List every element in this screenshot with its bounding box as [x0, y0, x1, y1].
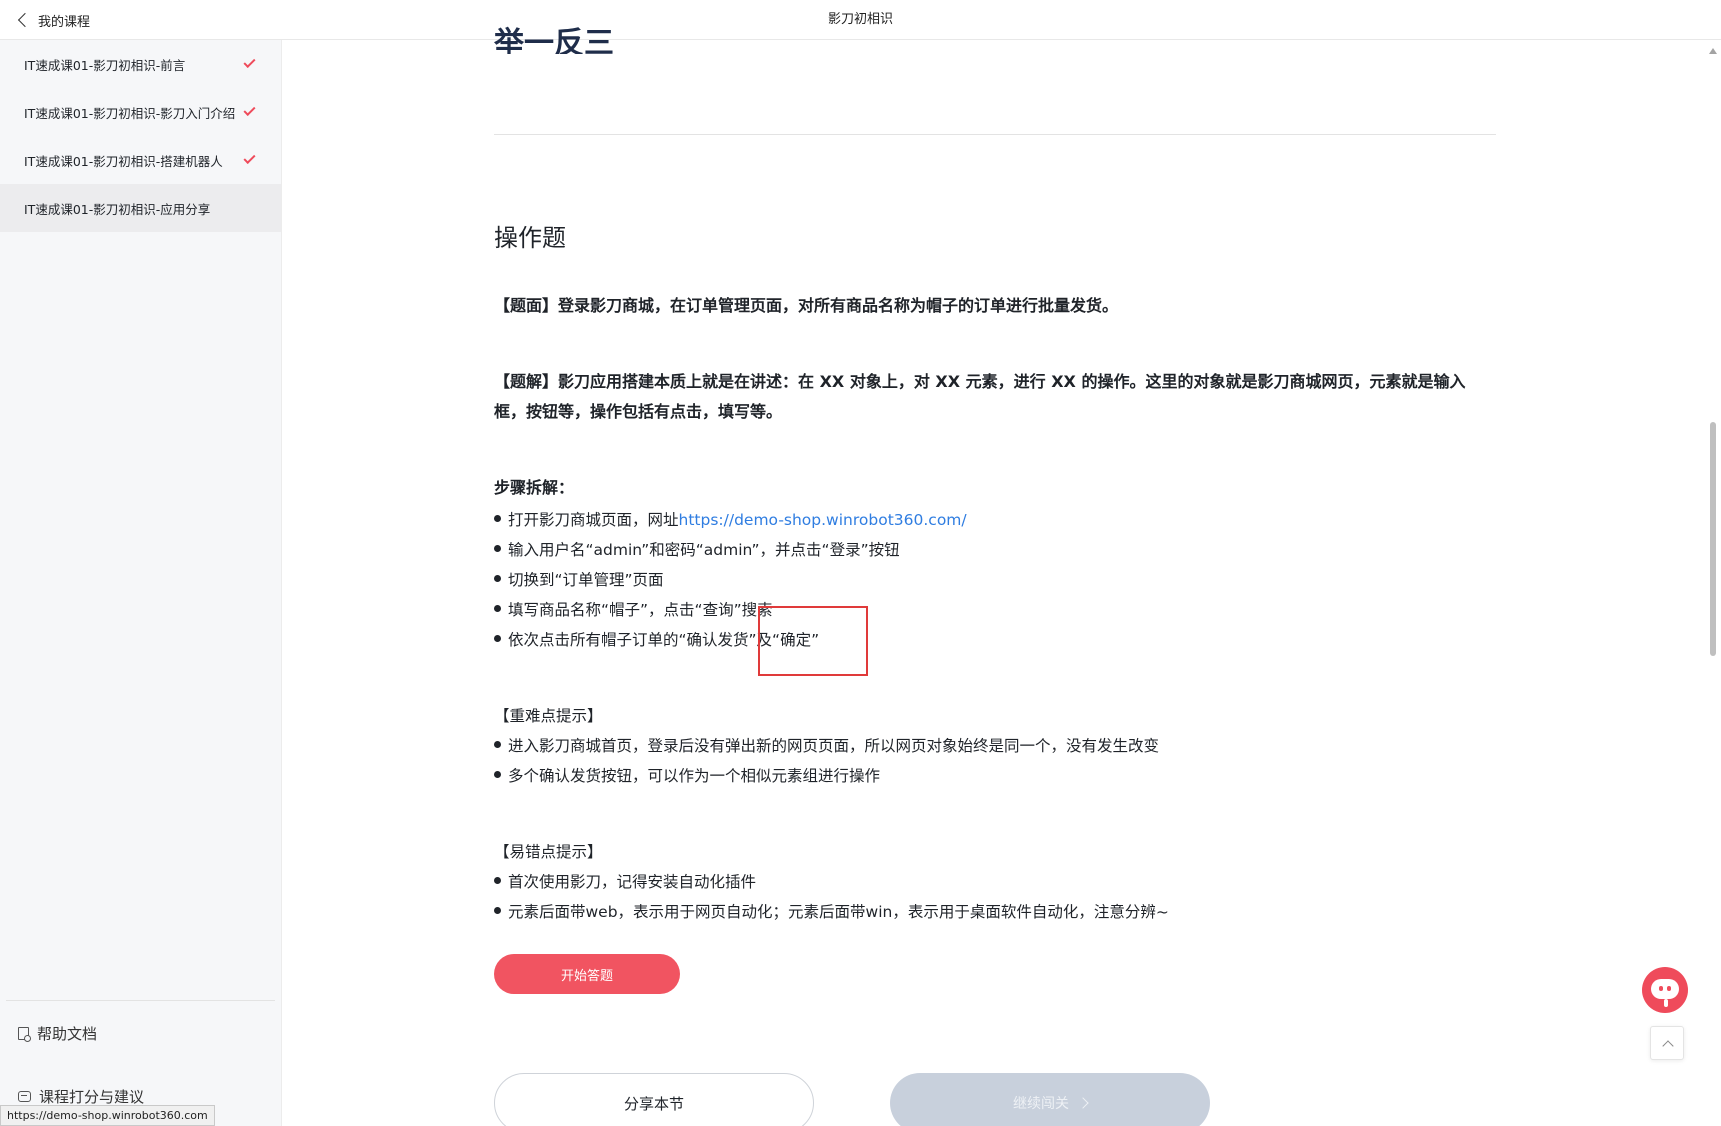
sidebar-lesson-2[interactable]: IT速成课01-影刀初相识-影刀入门介绍 — [0, 88, 281, 136]
start-quiz-button[interactable]: 开始答题 — [494, 954, 680, 994]
section-title: 操作题 — [494, 224, 566, 252]
difficulty-title: 【重难点提示】 — [494, 707, 603, 725]
feedback-link[interactable]: 课程打分与建议 — [18, 1086, 144, 1107]
difficulty-item: 进入影刀商城首页，登录后没有弹出新的网页页面，所以网页对象始终是同一个，没有发生… — [494, 734, 1159, 756]
step-text: 打开影刀商城页面，网址 — [508, 511, 679, 529]
continue-label: 继续闯关 — [1013, 1096, 1069, 1112]
bullet-icon — [494, 545, 501, 552]
continue-button[interactable]: 继续闯关 — [890, 1073, 1210, 1126]
lesson-label: IT速成课01-影刀初相识-前言 — [24, 57, 186, 73]
mistake-title: 【易错点提示】 — [494, 843, 603, 861]
bullet-icon — [494, 575, 501, 582]
bullet-icon — [494, 635, 501, 642]
sidebar-lesson-3[interactable]: IT速成课01-影刀初相识-搭建机器人 — [0, 136, 281, 184]
lesson-label: IT速成课01-影刀初相识-搭建机器人 — [24, 153, 223, 169]
step-text: 填写商品名称“帽子”，点击“查询”搜索 — [508, 601, 773, 619]
comment-icon — [18, 1091, 31, 1102]
bullet-icon — [494, 515, 501, 522]
step-item: 输入用户名“admin”和密码“admin”，并点击“登录”按钮 — [494, 538, 900, 560]
mistake-text: 首次使用影刀，记得安装自动化插件 — [508, 873, 757, 891]
check-icon — [243, 55, 256, 69]
bullet-icon — [494, 877, 501, 884]
arrow-right-icon — [1077, 1097, 1089, 1109]
scroll-up-arrow-icon[interactable] — [1709, 48, 1717, 54]
share-section-button[interactable]: 分享本节 — [494, 1073, 814, 1126]
document-search-icon — [18, 1027, 31, 1042]
steps-title: 步骤拆解： — [494, 478, 575, 497]
step-item: 依次点击所有帽子订单的“确认发货”及“确定” — [494, 628, 819, 650]
chevron-up-icon — [1662, 1040, 1674, 1052]
step-item: 切换到“订单管理”页面 — [494, 568, 664, 590]
lesson-label: IT速成课01-影刀初相识-应用分享 — [24, 201, 211, 217]
assistant-bot-button[interactable] — [1642, 967, 1688, 1013]
sidebar-lesson-1[interactable]: IT速成课01-影刀初相识-前言 — [0, 40, 281, 88]
section-heading-clipped: 举一反三 — [494, 26, 614, 54]
step-item: 打开影刀商城页面，网址https://demo-shop.winrobot360… — [494, 508, 967, 530]
status-bar-url: https://demo-shop.winrobot360.com — [0, 1105, 215, 1126]
step-text: 切换到“订单管理”页面 — [508, 571, 664, 589]
help-doc-label: 帮助文档 — [37, 1025, 98, 1043]
bullet-icon — [494, 771, 501, 778]
difficulty-text: 进入影刀商城首页，登录后没有弹出新的网页页面，所以网页对象始终是同一个，没有发生… — [508, 737, 1160, 755]
lesson-label: IT速成课01-影刀初相识-影刀入门介绍 — [24, 105, 236, 121]
step-text: 依次点击所有帽子订单的“确认发货”及“确定” — [508, 631, 820, 649]
check-icon — [243, 103, 256, 117]
mistake-item: 元素后面带web，表示用于网页自动化；元素后面带win，表示用于桌面软件自动化，… — [494, 900, 1169, 922]
mistake-item: 首次使用影刀，记得安装自动化插件 — [494, 870, 756, 892]
top-bar: 我的课程 影刀初相识 — [0, 0, 1721, 40]
question-text: 【题面】登录影刀商城，在订单管理页面，对所有商品名称为帽子的订单进行批量发货。 — [494, 296, 1119, 315]
scrollbar-thumb[interactable] — [1710, 422, 1716, 656]
back-to-top-button[interactable] — [1650, 1026, 1684, 1060]
robot-stem — [1664, 999, 1668, 1007]
shop-url-link[interactable]: https://demo-shop.winrobot360.com/ — [679, 511, 967, 529]
explanation-text: 【题解】影刀应用搭建本质上就是在讲述：在 XX 对象上，对 XX 元素，进行 X… — [494, 372, 1466, 421]
robot-eye — [1667, 986, 1671, 991]
step-item: 填写商品名称“帽子”，点击“查询”搜索 — [494, 598, 773, 620]
bullet-icon — [494, 741, 501, 748]
difficulty-text: 多个确认发货按钮，可以作为一个相似元素组进行操作 — [508, 767, 881, 785]
sidebar-divider — [6, 1000, 275, 1001]
section-divider — [494, 134, 1496, 135]
feedback-label: 课程打分与建议 — [39, 1088, 145, 1106]
check-icon — [243, 151, 256, 165]
sidebar-lesson-4[interactable]: IT速成课01-影刀初相识-应用分享 — [0, 184, 281, 232]
robot-eye — [1659, 986, 1663, 991]
mistake-text: 元素后面带web，表示用于网页自动化；元素后面带win，表示用于桌面软件自动化，… — [508, 903, 1169, 921]
bullet-icon — [494, 907, 501, 914]
difficulty-item: 多个确认发货按钮，可以作为一个相似元素组进行操作 — [494, 764, 880, 786]
robot-face-icon — [1651, 979, 1679, 999]
help-doc-link[interactable]: 帮助文档 — [18, 1023, 97, 1044]
bullet-icon — [494, 605, 501, 612]
page-title: 影刀初相识 — [827, 12, 893, 27]
sidebar: IT速成课01-影刀初相识-前言 IT速成课01-影刀初相识-影刀入门介绍 IT… — [0, 40, 282, 1126]
step-text: 输入用户名“admin”和密码“admin”，并点击“登录”按钮 — [508, 541, 900, 559]
